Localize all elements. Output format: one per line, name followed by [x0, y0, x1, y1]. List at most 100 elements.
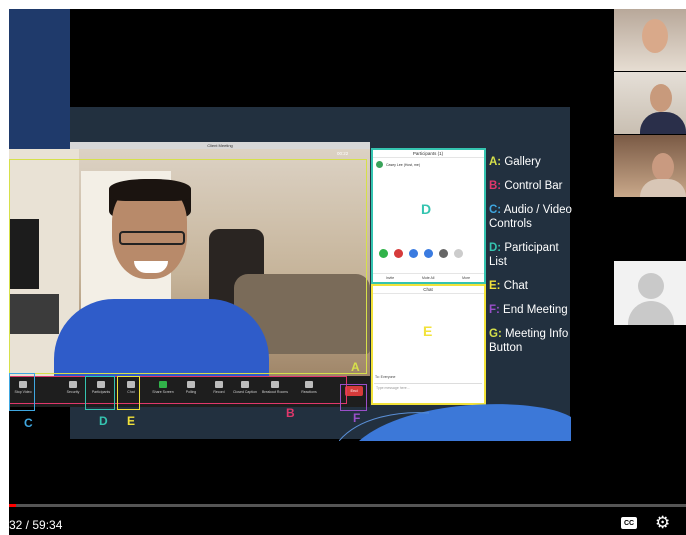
video-player[interactable]: Client Meeting 00:22 Stop Video Security P…: [9, 9, 686, 535]
legend-key: G:: [489, 328, 502, 340]
reactions-icon: [305, 381, 313, 388]
time-display: 32 / 59:34: [9, 518, 63, 532]
participant-thumbnail[interactable]: [614, 135, 686, 197]
participant-row[interactable]: Casey Lee (Host, me): [372, 158, 484, 171]
shield-icon: [69, 381, 77, 388]
zoom-window-title: Client Meeting: [70, 142, 370, 149]
control-label: Reactions: [301, 390, 317, 394]
legend-item-d: D: Participant List: [489, 241, 579, 269]
yes-icon[interactable]: [379, 249, 388, 258]
share-screen-button[interactable]: Share Screen: [149, 380, 177, 402]
record-button[interactable]: Record: [205, 380, 233, 402]
security-button[interactable]: Security: [59, 380, 87, 402]
participant-name: Casey Lee (Host, me): [386, 162, 421, 167]
legend: A: Gallery B: Control Bar C: Audio / Vid…: [489, 155, 579, 365]
participant-thumbnail-no-video[interactable]: [614, 261, 686, 325]
label-e: E: [127, 414, 136, 428]
chat-button[interactable]: Chat: [117, 380, 145, 402]
record-icon: [215, 381, 223, 388]
clear-all-icon[interactable]: [454, 249, 463, 258]
participant-body: [640, 179, 686, 197]
progress-fill: [9, 504, 16, 507]
legend-item-f: F: End Meeting: [489, 303, 579, 317]
legend-text: End Meeting: [499, 304, 568, 316]
person-hair-top: [109, 179, 191, 201]
cc-button[interactable]: CC: [621, 517, 637, 529]
legend-item-g: G: Meeting Info Button: [489, 327, 579, 355]
control-label: Record: [213, 390, 225, 394]
gallery-video: [9, 149, 370, 376]
end-button[interactable]: End: [345, 386, 363, 396]
no-icon[interactable]: [394, 249, 403, 258]
control-label: Share Screen: [152, 390, 174, 394]
participant-body: [640, 112, 686, 134]
control-label: Breakout Rooms: [261, 390, 289, 394]
participant-face: [652, 153, 674, 181]
legend-item-b: B: Control Bar: [489, 179, 579, 193]
participants-footer: Invite Mute All More: [372, 273, 484, 282]
polling-icon: [187, 381, 195, 388]
legend-item-c: C: Audio / Video Controls: [489, 203, 579, 231]
legend-key: F:: [489, 304, 500, 316]
stop-video-button[interactable]: Stop Video: [9, 380, 37, 402]
go-faster-icon[interactable]: [424, 249, 433, 258]
label-d: D: [99, 414, 108, 428]
share-screen-icon: [159, 381, 167, 388]
legend-text: Gallery: [501, 156, 541, 168]
legend-text: Chat: [500, 280, 528, 292]
closed-caption-button[interactable]: Closed Caption: [231, 380, 259, 402]
chat-callout-letter: E: [423, 323, 433, 339]
chat-input[interactable]: Type message here...: [374, 383, 482, 393]
legend-item-a: A: Gallery: [489, 155, 579, 169]
go-slower-icon[interactable]: [409, 249, 418, 258]
chat-panel: Chat E To: Everyone Type message here...: [372, 285, 484, 403]
chat-icon: [127, 381, 135, 388]
legend-key: D:: [489, 242, 502, 254]
chat-recipient[interactable]: To: Everyone: [375, 375, 395, 379]
control-label: Participants: [91, 390, 111, 394]
participant-thumbnail[interactable]: [614, 9, 686, 71]
gear-icon[interactable]: ⚙: [655, 513, 670, 533]
chat-title: Chat: [372, 285, 484, 294]
more-icon[interactable]: [439, 249, 448, 258]
avatar: [376, 161, 383, 168]
participant-thumbnail[interactable]: [614, 72, 686, 134]
breakout-rooms-button[interactable]: Breakout Rooms: [261, 380, 289, 402]
label-a: A: [351, 360, 360, 374]
legend-item-e: E: Chat: [489, 279, 579, 293]
legend-text: Control Bar: [501, 180, 563, 192]
glasses: [119, 231, 185, 245]
blue-corner-overlay: [9, 9, 70, 169]
avatar-placeholder-icon: [638, 273, 664, 299]
legend-text: Audio / Video Controls: [489, 204, 572, 230]
meeting-timer: 00:22: [337, 151, 349, 156]
control-label: Closed Caption: [233, 390, 257, 394]
legend-text: Meeting Info Button: [489, 328, 569, 354]
participant-face: [642, 19, 668, 53]
tv-stand-image: [9, 294, 59, 334]
invite-button[interactable]: Invite: [386, 276, 394, 280]
participants-title: Participants (1): [372, 149, 484, 158]
person-body: [54, 299, 269, 376]
legend-key: E:: [489, 280, 501, 292]
label-b: B: [286, 406, 295, 420]
more-button[interactable]: More: [462, 276, 470, 280]
control-label: Chat: [127, 390, 135, 394]
participant-controls: [379, 249, 463, 258]
participants-panel: Participants (1) Casey Lee (Host, me) D …: [372, 149, 484, 283]
participants-button[interactable]: Participants: [87, 380, 115, 402]
participants-callout-letter: D: [421, 201, 432, 217]
polling-button[interactable]: Polling: [177, 380, 205, 402]
legend-key: A:: [489, 156, 502, 168]
avatar-placeholder-body: [628, 301, 674, 325]
control-label: Stop Video: [14, 390, 32, 394]
tv-image: [9, 219, 39, 289]
participants-icon: [97, 381, 105, 388]
cc-icon: [241, 381, 249, 388]
reactions-button[interactable]: Reactions: [295, 380, 323, 402]
control-label: Security: [66, 390, 80, 394]
control-label: Polling: [185, 390, 197, 394]
progress-bar[interactable]: [9, 504, 686, 507]
mute-all-button[interactable]: Mute All: [422, 276, 434, 280]
slide-decoration: [339, 404, 571, 441]
